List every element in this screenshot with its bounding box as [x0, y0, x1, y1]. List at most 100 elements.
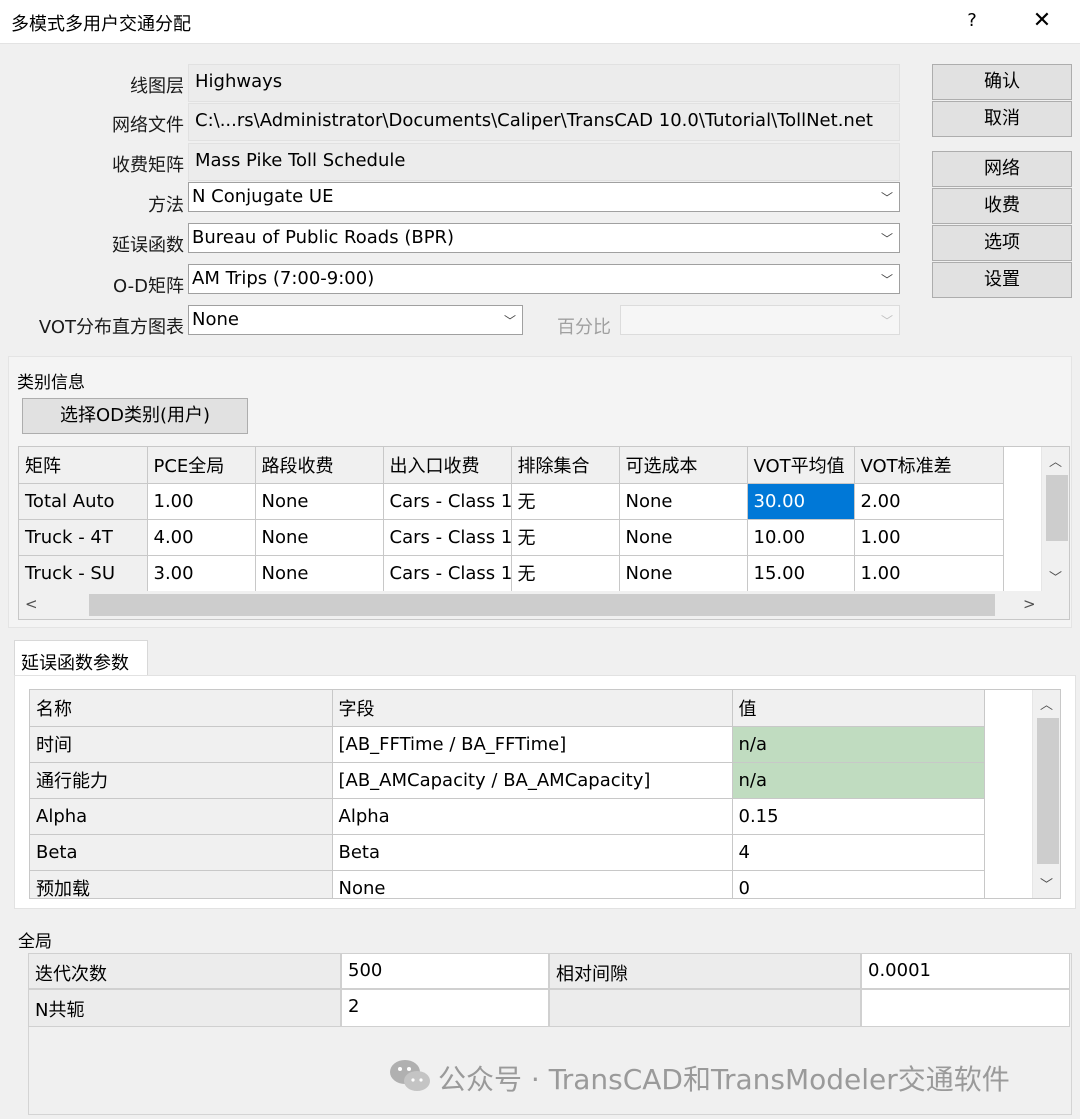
- percent-label: 百分比: [557, 317, 611, 338]
- toll-matrix-label: 收费矩阵: [112, 155, 184, 176]
- column-header[interactable]: 名称: [30, 690, 333, 727]
- selected-cell[interactable]: 30.00: [747, 483, 855, 520]
- table-row: Total Auto 1.00 None Cars - Class 1 无 No…: [19, 483, 1004, 520]
- table-row: Alpha Alpha 0.15: [30, 798, 985, 835]
- table-cell[interactable]: None: [332, 870, 733, 898]
- column-header[interactable]: VOT平均值: [747, 447, 855, 484]
- table-cell[interactable]: 无: [511, 519, 620, 556]
- delay-function-dropdown[interactable]: Bureau of Public Roads (BPR) ﹀: [188, 223, 900, 253]
- chevron-down-icon: ﹀: [880, 273, 893, 287]
- table-cell[interactable]: None: [619, 519, 748, 556]
- table-cell[interactable]: Cars - Class 1: [383, 519, 512, 556]
- row-header[interactable]: Beta: [30, 834, 333, 871]
- column-header[interactable]: VOT标准差: [854, 447, 1004, 484]
- tab-delay-params[interactable]: 延误函数参数: [14, 640, 148, 676]
- table-cell[interactable]: 无: [511, 555, 620, 592]
- row-header[interactable]: Total Auto: [19, 483, 148, 520]
- close-button[interactable]: ✕: [1030, 8, 1054, 33]
- select-od-class-button[interactable]: 选择OD类别(用户): [22, 398, 248, 434]
- scroll-up-icon[interactable]: ︿: [1042, 451, 1069, 470]
- column-header[interactable]: 出入口收费: [383, 447, 512, 484]
- delay-grid-vscroll[interactable]: ︿ ﹀: [1032, 690, 1060, 898]
- column-header[interactable]: 排除集合: [511, 447, 620, 484]
- window-title: 多模式多用户交通分配: [11, 14, 191, 35]
- scroll-down-icon[interactable]: ﹀: [1042, 567, 1069, 586]
- watermark-text: 公众号 · TransCAD和TransModeler交通软件: [438, 1063, 1010, 1096]
- table-cell[interactable]: 10.00: [747, 519, 855, 556]
- table-cell[interactable]: 3.00: [147, 555, 256, 592]
- chevron-down-icon: ﹀: [880, 314, 893, 328]
- cancel-button[interactable]: 取消: [932, 101, 1072, 137]
- table-cell[interactable]: n/a: [732, 762, 985, 799]
- column-header[interactable]: 矩阵: [19, 447, 148, 484]
- line-layer-field: Highways: [188, 64, 900, 102]
- table-cell[interactable]: [AB_AMCapacity / BA_AMCapacity]: [332, 762, 733, 799]
- column-header[interactable]: 路段收费: [255, 447, 384, 484]
- vot-histogram-value: None: [192, 309, 239, 330]
- scroll-right-icon[interactable]: >: [1023, 595, 1036, 613]
- column-header[interactable]: 值: [732, 690, 985, 727]
- delay-function-label: 延误函数: [112, 235, 184, 256]
- scroll-up-icon[interactable]: ︿: [1033, 694, 1060, 713]
- network-button[interactable]: 网络: [932, 151, 1072, 187]
- row-header[interactable]: Truck - SU: [19, 555, 148, 592]
- scroll-left-icon[interactable]: <: [25, 595, 38, 613]
- chevron-down-icon: ﹀: [880, 232, 893, 246]
- table-cell[interactable]: None: [619, 555, 748, 592]
- table-cell[interactable]: n/a: [732, 726, 985, 763]
- table-cell[interactable]: [AB_FFTime / BA_FFTime]: [332, 726, 733, 763]
- settings-button[interactable]: 设置: [932, 262, 1072, 298]
- iterations-label: 迭代次数: [28, 953, 341, 989]
- column-header[interactable]: 字段: [332, 690, 733, 727]
- chevron-down-icon: ﹀: [880, 191, 893, 205]
- table-cell[interactable]: Cars - Class 1: [383, 483, 512, 520]
- n-conjugate-label: N共轭: [28, 989, 341, 1027]
- table-cell[interactable]: 0.15: [732, 798, 985, 835]
- help-button[interactable]: ?: [962, 10, 982, 31]
- table-cell[interactable]: 4.00: [147, 519, 256, 556]
- row-header[interactable]: Alpha: [30, 798, 333, 835]
- percent-dropdown[interactable]: ﹀: [620, 305, 900, 335]
- table-cell[interactable]: 0: [732, 870, 985, 898]
- row-header[interactable]: 时间: [30, 726, 333, 763]
- table-cell[interactable]: None: [619, 483, 748, 520]
- class-grid-vscroll[interactable]: ︿ ﹀: [1041, 447, 1069, 591]
- od-matrix-dropdown[interactable]: AM Trips (7:00-9:00) ﹀: [188, 264, 900, 294]
- table-cell[interactable]: 4: [732, 834, 985, 871]
- column-header[interactable]: PCE全局: [147, 447, 256, 484]
- row-header[interactable]: Truck - 4T: [19, 519, 148, 556]
- table-cell[interactable]: 1.00: [147, 483, 256, 520]
- table-cell[interactable]: 无: [511, 483, 620, 520]
- table-cell[interactable]: None: [255, 483, 384, 520]
- table-cell[interactable]: 15.00: [747, 555, 855, 592]
- od-matrix-value: AM Trips (7:00-9:00): [192, 268, 375, 289]
- table-cell[interactable]: None: [255, 519, 384, 556]
- ok-button[interactable]: 确认: [932, 64, 1072, 100]
- empty-input-cell: [861, 989, 1070, 1027]
- table-cell[interactable]: None: [255, 555, 384, 592]
- delay-params-grid: 名称 字段 值 时间 [AB_FFTime / BA_FFTime] n/a 通…: [29, 689, 1061, 899]
- iterations-input[interactable]: 500: [341, 953, 549, 989]
- scroll-thumb[interactable]: [89, 594, 995, 616]
- table-cell[interactable]: Beta: [332, 834, 733, 871]
- network-file-field: C:\...rs\Administrator\Documents\Caliper…: [188, 103, 900, 141]
- scroll-thumb[interactable]: [1046, 475, 1068, 541]
- row-header[interactable]: 预加载: [30, 870, 333, 898]
- vot-histogram-dropdown[interactable]: None ﹀: [188, 305, 523, 335]
- table-cell[interactable]: Alpha: [332, 798, 733, 835]
- class-grid-hscroll[interactable]: < >: [19, 591, 1069, 619]
- table-cell[interactable]: Cars - Class 1: [383, 555, 512, 592]
- row-header[interactable]: 通行能力: [30, 762, 333, 799]
- method-dropdown[interactable]: N Conjugate UE ﹀: [188, 182, 900, 212]
- table-cell[interactable]: 1.00: [854, 555, 1004, 592]
- options-button[interactable]: 选项: [932, 225, 1072, 261]
- table-cell[interactable]: 1.00: [854, 519, 1004, 556]
- scroll-down-icon[interactable]: ﹀: [1033, 874, 1060, 893]
- class-grid: 矩阵 PCE全局 路段收费 出入口收费 排除集合 可选成本 VOT平均值 VOT…: [18, 446, 1070, 620]
- column-header[interactable]: 可选成本: [619, 447, 748, 484]
- scroll-thumb[interactable]: [1037, 718, 1059, 864]
- n-conjugate-input[interactable]: 2: [341, 989, 549, 1027]
- relative-gap-input[interactable]: 0.0001: [861, 953, 1070, 989]
- toll-button[interactable]: 收费: [932, 188, 1072, 224]
- table-cell[interactable]: 2.00: [854, 483, 1004, 520]
